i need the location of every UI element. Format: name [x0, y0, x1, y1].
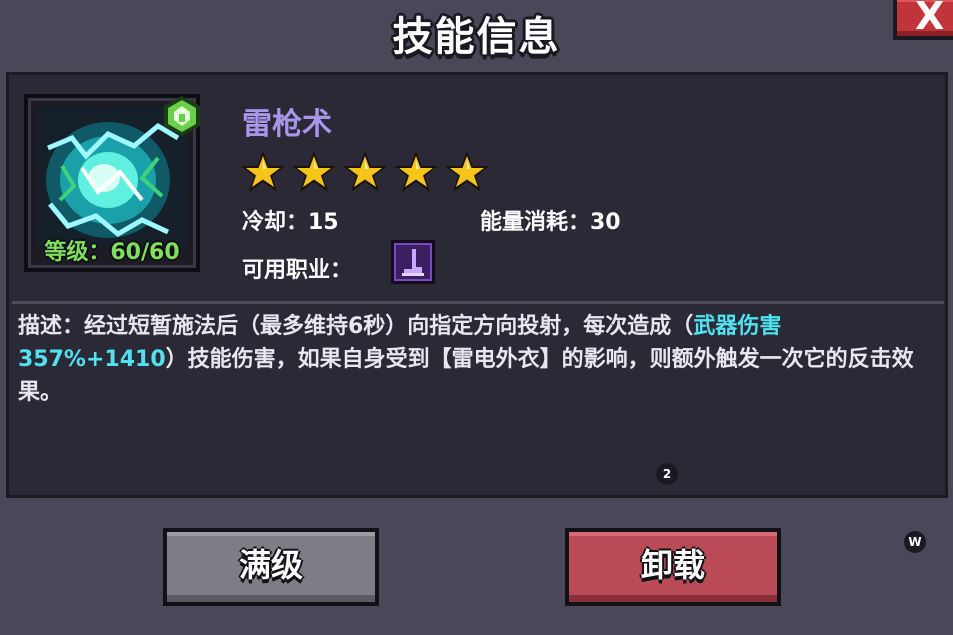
skill-name: 雷枪术: [242, 107, 332, 142]
section-divider: [12, 301, 944, 304]
star-icon: [241, 151, 285, 192]
star-icon: [445, 151, 489, 192]
cooldown-stat: 冷却：15: [242, 210, 339, 235]
close-button[interactable]: X: [893, 0, 953, 40]
energy-cost-stat: 能量消耗：30: [480, 210, 621, 235]
available-class-label: 可用职业：: [242, 258, 353, 283]
close-icon: X: [915, 0, 945, 38]
green-gem-icon: [164, 96, 200, 136]
skill-level: 等级：60/60: [44, 240, 180, 265]
dialog-title: 技能信息: [392, 14, 561, 60]
unload-button[interactable]: 卸载: [565, 528, 781, 606]
star-icon: [343, 151, 387, 192]
star-icon: [394, 151, 438, 192]
corner-indicator: W: [904, 531, 926, 553]
mage-class-icon[interactable]: [391, 240, 435, 284]
star-icon: [292, 151, 336, 192]
max-level-button[interactable]: 满级: [163, 528, 379, 606]
page-indicator: 2: [656, 463, 678, 485]
description-text: 描述：经过短暂施法后（最多维持6秒）向指定方向投射，每次造成（: [18, 314, 694, 339]
skill-description: 描述：经过短暂施法后（最多维持6秒）向指定方向投射，每次造成（武器伤害357%+…: [18, 310, 918, 409]
